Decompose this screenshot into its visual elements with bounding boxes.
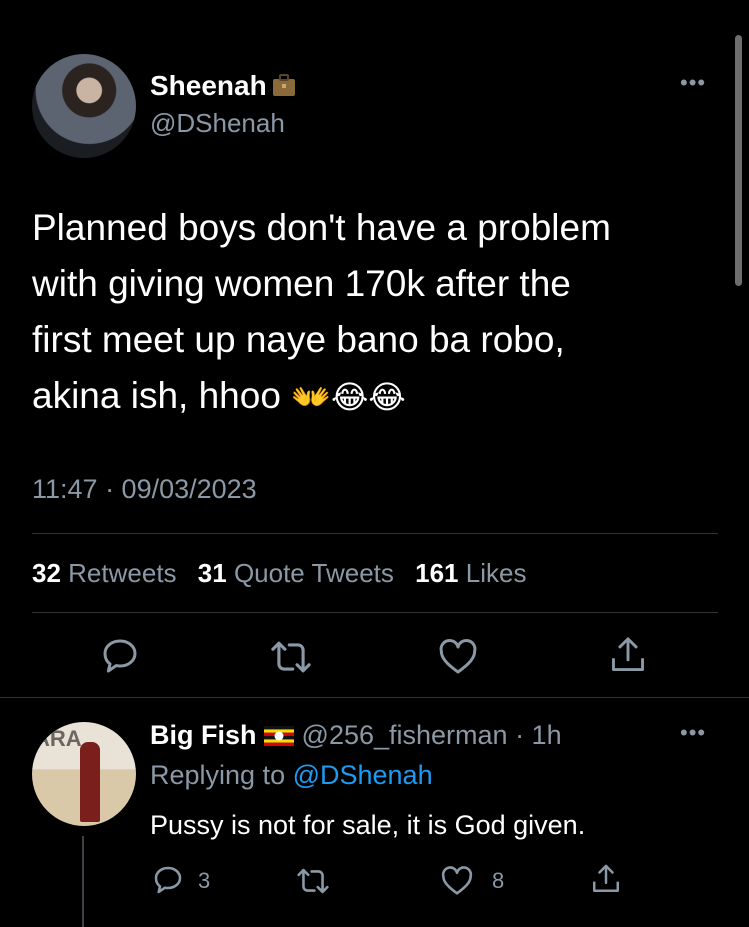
likes-stat[interactable]: 161 Likes — [415, 558, 526, 588]
replying-to: Replying to @DShenah — [150, 760, 433, 791]
retweets-label: Retweets — [68, 558, 177, 588]
avatar-logo: ARA — [34, 726, 82, 751]
retweet-icon[interactable] — [296, 866, 330, 896]
share-icon[interactable] — [590, 862, 622, 896]
author-handle[interactable]: @DShenah — [150, 108, 285, 139]
reply-author-handle[interactable]: @256_fisherman — [302, 720, 508, 750]
more-options-button[interactable]: ••• — [680, 70, 706, 96]
author-avatar[interactable] — [32, 54, 136, 158]
reply-icon[interactable] — [100, 636, 140, 676]
briefcase-icon — [272, 74, 295, 96]
tweet-timestamp[interactable]: 11:47 · 09/03/2023 — [32, 474, 257, 505]
scrollbar[interactable] — [735, 35, 742, 286]
like-count: 8 — [492, 868, 505, 893]
uganda-flag-icon — [264, 726, 295, 746]
tweet-text-line: akina ish, hhoo 👐😂😂 — [32, 368, 712, 425]
reply-text: Pussy is not for sale, it is God given. — [150, 810, 586, 840]
divider — [32, 533, 718, 534]
reply-time: · 1h — [507, 720, 562, 750]
replying-mention-link[interactable]: @DShenah — [293, 760, 433, 790]
thread-line — [82, 836, 84, 927]
likes-label: Likes — [465, 558, 527, 588]
reply-header: Big Fish @256_fisherman · 1h — [150, 720, 562, 751]
replying-prefix: Replying to — [150, 760, 293, 790]
retweets-stat[interactable]: 32 Retweets — [32, 558, 177, 588]
tweet-stats: 32 Retweets 31 Quote Tweets 161 Likes — [32, 558, 540, 589]
emoji-group: 👐😂😂 — [291, 379, 406, 415]
tweet-text-line-part: akina ish, hhoo — [32, 375, 281, 416]
tweet-text-line: first meet up naye bano ba robo, — [32, 319, 565, 360]
reply-icon[interactable] — [152, 864, 184, 896]
quotes-label: Quote Tweets — [233, 558, 394, 588]
reply-count: 3 — [198, 868, 211, 893]
author-name-row[interactable]: Sheenah — [150, 70, 297, 102]
avatar-figure — [80, 742, 100, 822]
heart-icon[interactable] — [440, 866, 474, 896]
retweet-icon[interactable] — [270, 638, 312, 676]
quote-tweets-stat[interactable]: 31 Quote Tweets — [198, 558, 394, 588]
tweet-text-line: with giving women 170k after the — [32, 263, 571, 304]
retweets-count: 32 — [32, 558, 61, 588]
share-icon[interactable] — [608, 634, 648, 676]
tweet-text: Planned boys don't have a problem with g… — [32, 200, 712, 425]
reply-author-avatar[interactable]: ARA — [32, 722, 136, 826]
author-name[interactable]: Sheenah — [150, 70, 267, 101]
tweet-text-line: Planned boys don't have a problem — [32, 207, 611, 248]
reply-more-options-button[interactable]: ••• — [680, 720, 706, 746]
likes-count: 161 — [415, 558, 459, 588]
quotes-count: 31 — [197, 558, 227, 588]
divider — [32, 612, 718, 613]
heart-icon[interactable] — [438, 638, 478, 676]
reply-author-name[interactable]: Big Fish — [150, 720, 257, 750]
divider — [0, 697, 749, 698]
